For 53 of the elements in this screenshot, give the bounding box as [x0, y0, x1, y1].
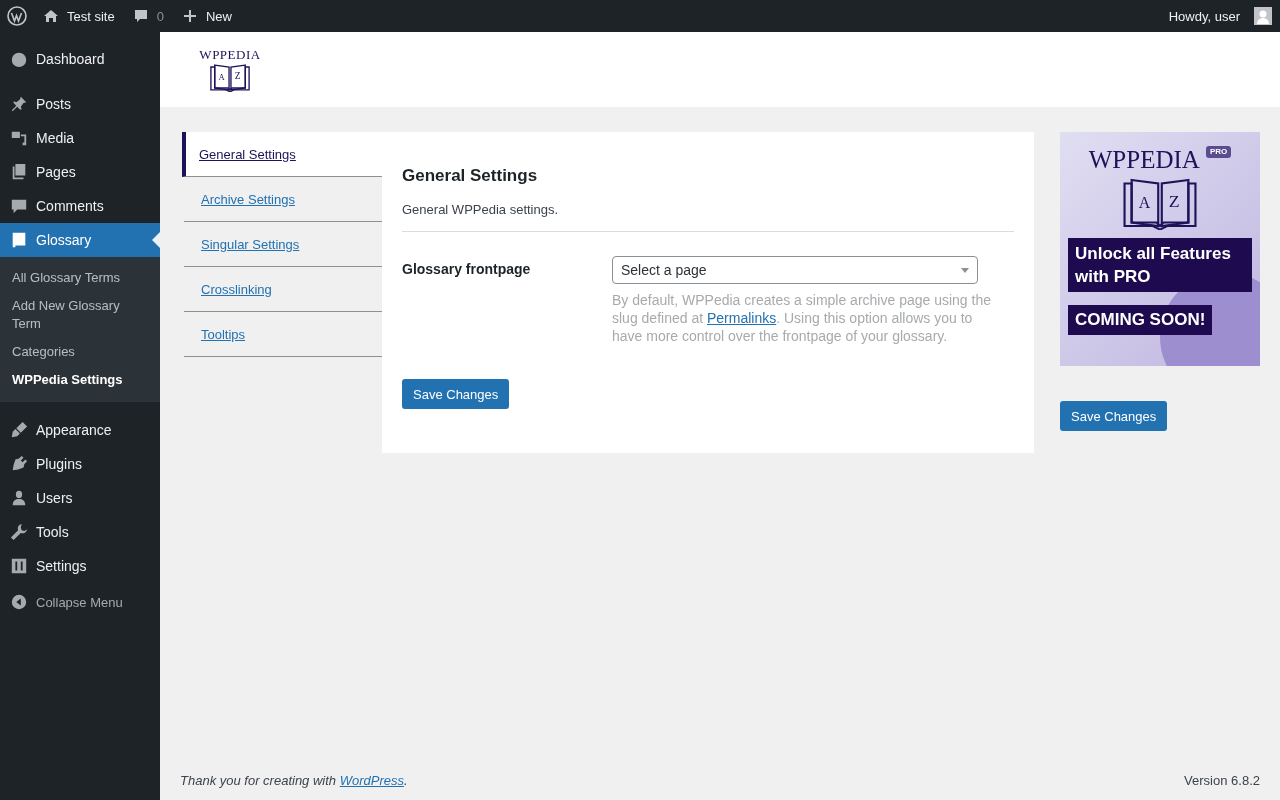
- footer-text: Thank you for creating with WordPress.: [180, 773, 408, 788]
- submenu-item[interactable]: WPPedia Settings: [0, 366, 160, 394]
- collapse-icon: [10, 593, 28, 611]
- new-link[interactable]: New: [181, 8, 232, 24]
- save-changes-button[interactable]: Save Changes: [1060, 401, 1168, 431]
- section-description: General WPPedia settings.: [402, 202, 1014, 232]
- caret-icon: [961, 267, 969, 273]
- submenu-item[interactable]: Add New Glossary Term: [0, 292, 160, 338]
- wrench-icon: [10, 523, 28, 541]
- sidebar-item[interactable]: Dashboard: [0, 42, 160, 76]
- promo-banner[interactable]: WPPEDIA PRO A Z Unlock all Features with PRO COMING SOON!: [1060, 132, 1260, 366]
- sidebar-item[interactable]: Pages: [0, 155, 160, 189]
- version-text: Version 6.8.2: [1184, 773, 1260, 788]
- brush-icon: [10, 421, 28, 439]
- account-link[interactable]: Howdy, user: [1168, 7, 1272, 25]
- wordpress-link[interactable]: WordPress: [339, 773, 404, 788]
- plug-icon: [10, 455, 28, 473]
- sliders-icon: [10, 557, 28, 575]
- submenu-item[interactable]: Categories: [0, 338, 160, 366]
- submenu-item[interactable]: All Glossary Terms: [0, 264, 160, 292]
- collapse-menu-button[interactable]: Collapse Menu: [0, 585, 160, 619]
- media-icon: [10, 129, 28, 147]
- sidebar-item[interactable]: Tools: [0, 515, 160, 549]
- plus-icon: [181, 8, 198, 24]
- comments-link[interactable]: 0: [132, 8, 164, 24]
- site-link[interactable]: Test site: [43, 8, 115, 24]
- promo-headline: Unlock all Features with PRO: [1068, 238, 1252, 292]
- speech-bubble-icon: [10, 197, 28, 215]
- section-title: General Settings: [402, 166, 539, 186]
- help-text: By default, WPPedia creates a simple archive page using the slug defined at Permalinks. Using this option allows you to have more control over the frontpage of your glossary.: [612, 291, 992, 345]
- sidebar-item[interactable]: Comments: [0, 189, 160, 223]
- sidebar-item[interactable]: Glossary: [0, 223, 160, 257]
- pin-icon: [10, 95, 28, 113]
- comment-icon: [132, 8, 149, 24]
- sidebar-item[interactable]: Media: [0, 121, 160, 155]
- save-changes-button[interactable]: Save Changes: [402, 379, 510, 409]
- sidebar-item[interactable]: Settings: [0, 549, 160, 583]
- pages-icon: [10, 163, 28, 181]
- promo-logo-text: WPPEDIA: [1088, 146, 1200, 174]
- sidebar-item[interactable]: Appearance: [0, 413, 160, 447]
- home-icon: [43, 8, 59, 24]
- wordpress-logo-icon[interactable]: [7, 6, 27, 26]
- page-select[interactable]: Select a page: [612, 256, 978, 284]
- avatar-icon: [1254, 7, 1272, 25]
- sidebar-item[interactable]: Users: [0, 481, 160, 515]
- wppedia-logo: WPPEDIA A Z: [200, 47, 260, 92]
- settings-tab[interactable]: General Settings: [182, 132, 382, 177]
- field-label: Glossary frontpage: [402, 260, 532, 279]
- pro-badge: PRO: [1205, 146, 1232, 158]
- user-icon: [10, 489, 28, 507]
- sidebar-item[interactable]: Posts: [0, 87, 160, 121]
- coming-soon-label: COMING SOON!: [1068, 305, 1213, 335]
- sidebar-item[interactable]: Plugins: [0, 447, 160, 481]
